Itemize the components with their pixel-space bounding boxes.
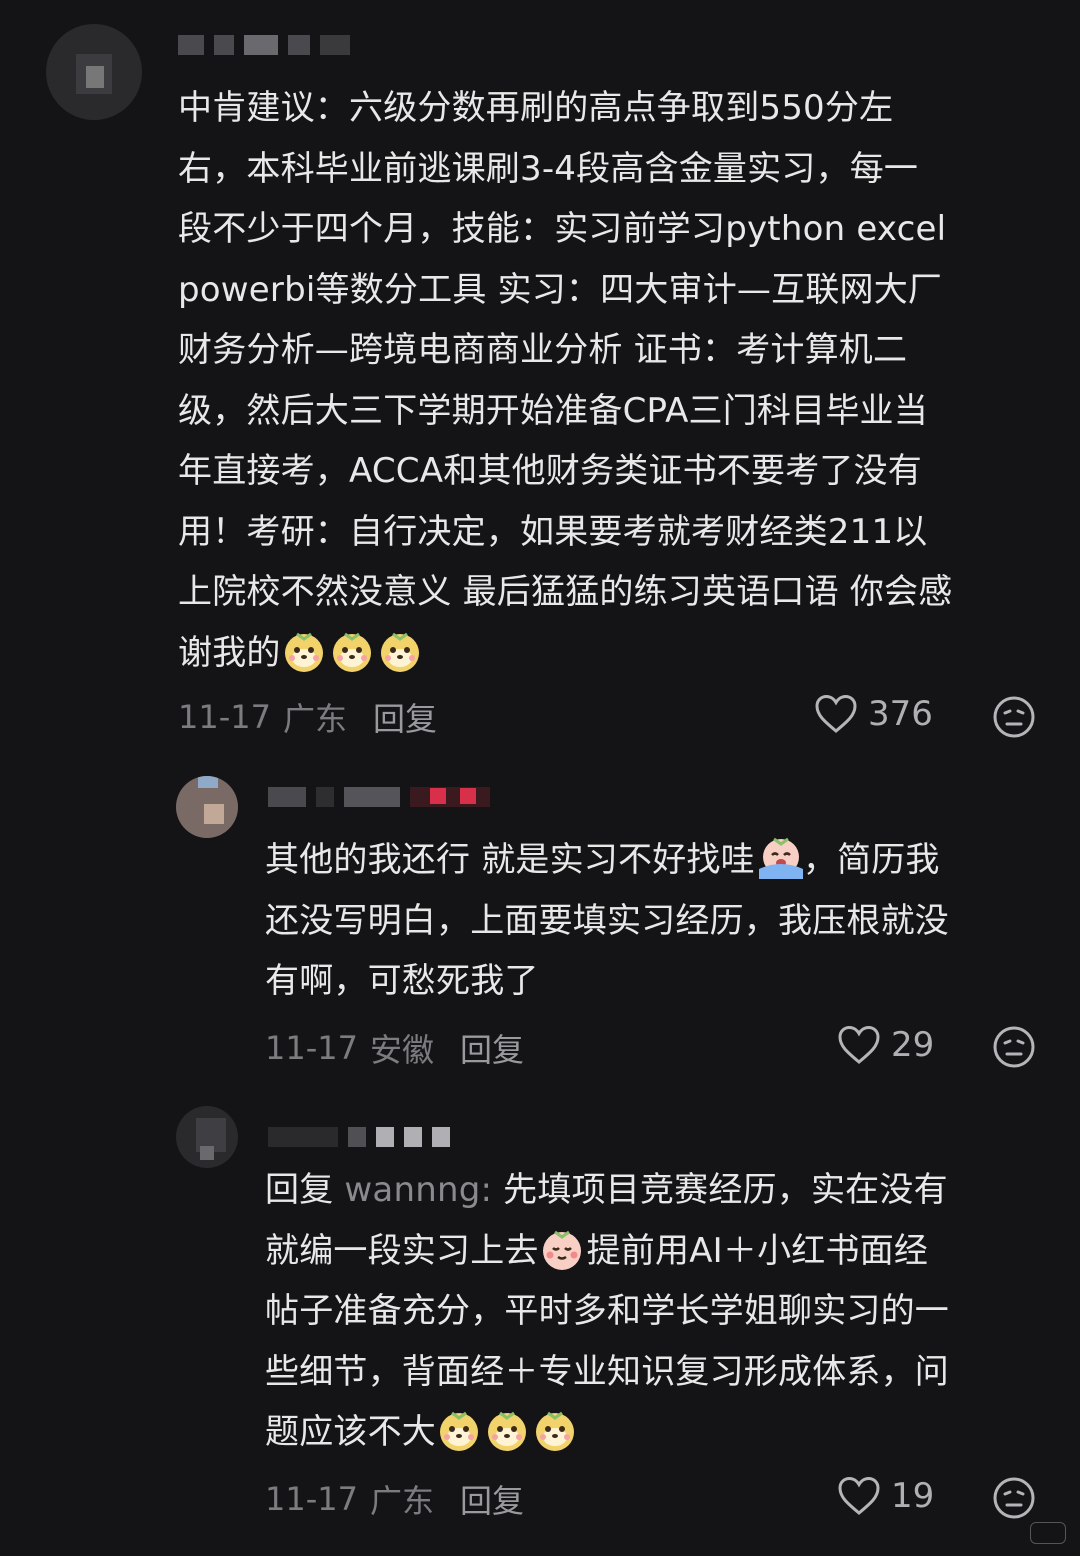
comment-line: 财务分析—跨境电商商业分析 证书：考计算机二 [178, 330, 908, 370]
dog-face-emoji-icon [329, 628, 375, 674]
avatar[interactable] [46, 24, 142, 120]
like-button[interactable]: 19 [837, 1476, 934, 1516]
avatar[interactable] [176, 776, 238, 838]
avatar[interactable] [176, 1106, 238, 1168]
dog-face-emoji-icon [436, 1407, 482, 1453]
comment-line: 用！考研：自行决定，如果要考就考财经类211以 [178, 511, 928, 552]
badge-icon [430, 788, 476, 804]
comment-line: 年直接考，ACCA和其他财务类证书不要考了没有 [178, 451, 922, 491]
comment-line-text: 题应该不大 [265, 1412, 436, 1452]
comment-text: 其他的我还行 就是实习不好找哇 ，简历我 还没写明白，上面要填实习经历，我压根就没… [265, 830, 949, 1012]
meh-face-icon[interactable] [992, 1025, 1036, 1069]
comment-meta: 11-17 广东 回复 [178, 694, 437, 740]
comment-line-text: 谢我的 [178, 632, 281, 673]
comment-text: 回复 wannng: 先填项目竞赛经历，实在没有 就编一段实习上去 提前用AI＋小… [265, 1160, 949, 1463]
comment-line: 级，然后大三下学期开始准备CPA三门科目毕业当 [178, 390, 928, 431]
like-count: 376 [868, 694, 933, 734]
comment-line: 段不少于四个月，技能：实习前学习python excel [178, 209, 947, 249]
comment-location: 广东 [282, 700, 347, 738]
comment-line-text: ，简历我 [802, 840, 940, 880]
comment-meta: 11-17 广东 回复 [265, 1476, 524, 1522]
watermark-icon [1030, 1522, 1066, 1544]
comment-line-text: 提前用AI＋小红书面经 [586, 1230, 929, 1271]
dog-face-emoji-icon [281, 628, 327, 674]
comment-location: 安徽 [369, 1031, 434, 1069]
comment-line-first: 其他的我还行 就是实习不好找哇 ，简历我 [265, 830, 949, 891]
comment-date: 11-17 [178, 698, 271, 736]
like-button[interactable]: 29 [837, 1025, 934, 1065]
comment-meta: 11-17 安徽 回复 [265, 1025, 524, 1071]
reply-prefix: 回复 [265, 1170, 334, 1210]
comment-line-text: 就编一段实习上去 [265, 1230, 539, 1271]
comment-date: 11-17 [265, 1480, 358, 1518]
blushing-face-emoji-icon [539, 1226, 585, 1272]
heart-outline-icon [837, 1025, 881, 1065]
comment-line-first: 回复 wannng: 先填项目竞赛经历，实在没有 [265, 1160, 949, 1221]
comment-location: 广东 [369, 1482, 434, 1520]
comment-line-text: 先填项目竞赛经历，实在没有 [503, 1170, 948, 1210]
comment-line-last: 谢我的 [178, 623, 952, 684]
comment-line: 帖子准备充分，平时多和学长学姐聊实习的一 [265, 1291, 949, 1331]
comment-line: 就编一段实习上去 提前用AI＋小红书面经 [265, 1221, 949, 1282]
like-button[interactable]: 376 [814, 694, 933, 734]
heart-outline-icon [837, 1476, 881, 1516]
like-count: 19 [891, 1476, 935, 1516]
dog-face-emoji-icon [377, 628, 423, 674]
comment-line: powerbi等数分工具 实习：四大审计—互联网大厂 [178, 269, 943, 310]
reply-button[interactable]: 回复 [460, 1025, 524, 1071]
reply-button[interactable]: 回复 [373, 694, 437, 740]
meh-face-icon[interactable] [992, 1476, 1036, 1520]
comment-line-last: 题应该不大 [265, 1402, 949, 1463]
crying-face-emoji-icon [755, 835, 803, 881]
comment-text: 中肯建议：六级分数再刷的高点争取到550分左 右，本科毕业前逃课刷3-4段高含金… [178, 78, 952, 683]
heart-outline-icon [814, 694, 858, 734]
meh-face-icon[interactable] [992, 695, 1036, 739]
like-count: 29 [891, 1025, 935, 1065]
dog-face-emoji-icon [484, 1407, 530, 1453]
username-mosaic[interactable] [268, 1126, 450, 1148]
dog-face-emoji-icon [532, 1407, 578, 1453]
comment-line: 中肯建议：六级分数再刷的高点争取到550分左 [178, 88, 894, 128]
comment-line: 上院校不然没意义 最后猛猛的练习英语口语 你会感 [178, 572, 953, 612]
comment-line: 还没写明白，上面要填实习经历，我压根就没 [265, 900, 949, 941]
reply-username[interactable]: wannng: [344, 1170, 492, 1210]
comment-line-text: 其他的我还行 就是实习不好找哇 [265, 840, 755, 880]
comment-date: 11-17 [265, 1029, 358, 1067]
comment-line: 有啊，可愁死我了 [265, 961, 539, 1001]
comment-line: 些细节，背面经＋专业知识复习形成体系，问 [265, 1351, 949, 1392]
username-mosaic[interactable] [178, 34, 350, 56]
comment-line: 右，本科毕业前逃课刷3-4段高含金量实习，每一 [178, 148, 919, 189]
reply-button[interactable]: 回复 [460, 1476, 524, 1522]
